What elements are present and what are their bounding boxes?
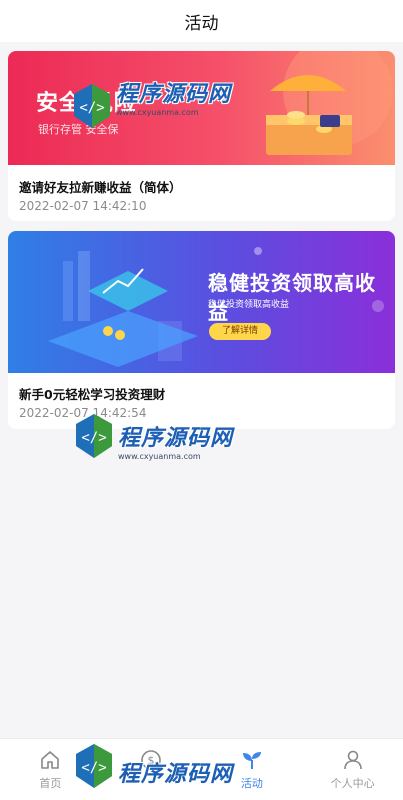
watermark-logo-icon: </> [76,744,112,788]
watermark: </> 程序源码网 www.cxyuanma.com [72,412,233,462]
tab-label: 个人中心 [330,777,375,790]
svg-text:</>: </> [79,100,104,116]
tab-profile[interactable]: 个人中心 [302,739,403,800]
activity-title: 邀请好友拉新赚收益（简体） [19,180,182,195]
watermark-text: 程序源码网 [116,82,232,107]
watermark: </> 程序源码网 www.cxyuanma.com [70,82,231,130]
activity-card[interactable]: 稳健投资领取高收益 稳健投资领取高收益 了解详情 新手0元轻松学习投资理财 20… [8,231,395,429]
home-icon [41,751,60,769]
tab-label: 活动 [240,777,263,790]
activity-title: 新手0元轻松学习投资理财 [19,387,166,402]
banner-headline: 稳健投资领取高收益 [208,271,376,324]
svg-text:</>: </> [81,760,106,776]
app-header: 活动 [0,0,403,42]
watermark: </> 程序源码网 [72,742,233,790]
svg-text:</>: </> [81,430,106,446]
sprout-icon [242,752,261,769]
banner-subtext: 稳健投资领取高收益 [208,300,290,310]
learn-more-button[interactable]: 了解详情 [209,323,271,340]
watermark-logo-icon: </> [74,84,110,128]
watermark-logo-icon: </> [76,414,112,458]
tab-label: 首页 [39,777,62,790]
activity-card[interactable]: 安全 风险 银行存管 安全保 邀请好友拉新赚收益（简体） 2022-02-07 … [8,51,395,221]
watermark-url: www.cxyuanma.com [118,452,201,461]
watermark-url: www.cxyuanma.com [116,108,199,117]
watermark-text: 程序源码网 [118,762,234,787]
person-icon [343,750,362,770]
page-title: 活动 [184,13,219,34]
activity-banner[interactable]: 稳健投资领取高收益 稳健投资领取高收益 了解详情 [8,231,395,373]
watermark-text: 程序源码网 [118,426,234,451]
activity-date: 2022-02-07 14:42:10 [19,199,147,213]
